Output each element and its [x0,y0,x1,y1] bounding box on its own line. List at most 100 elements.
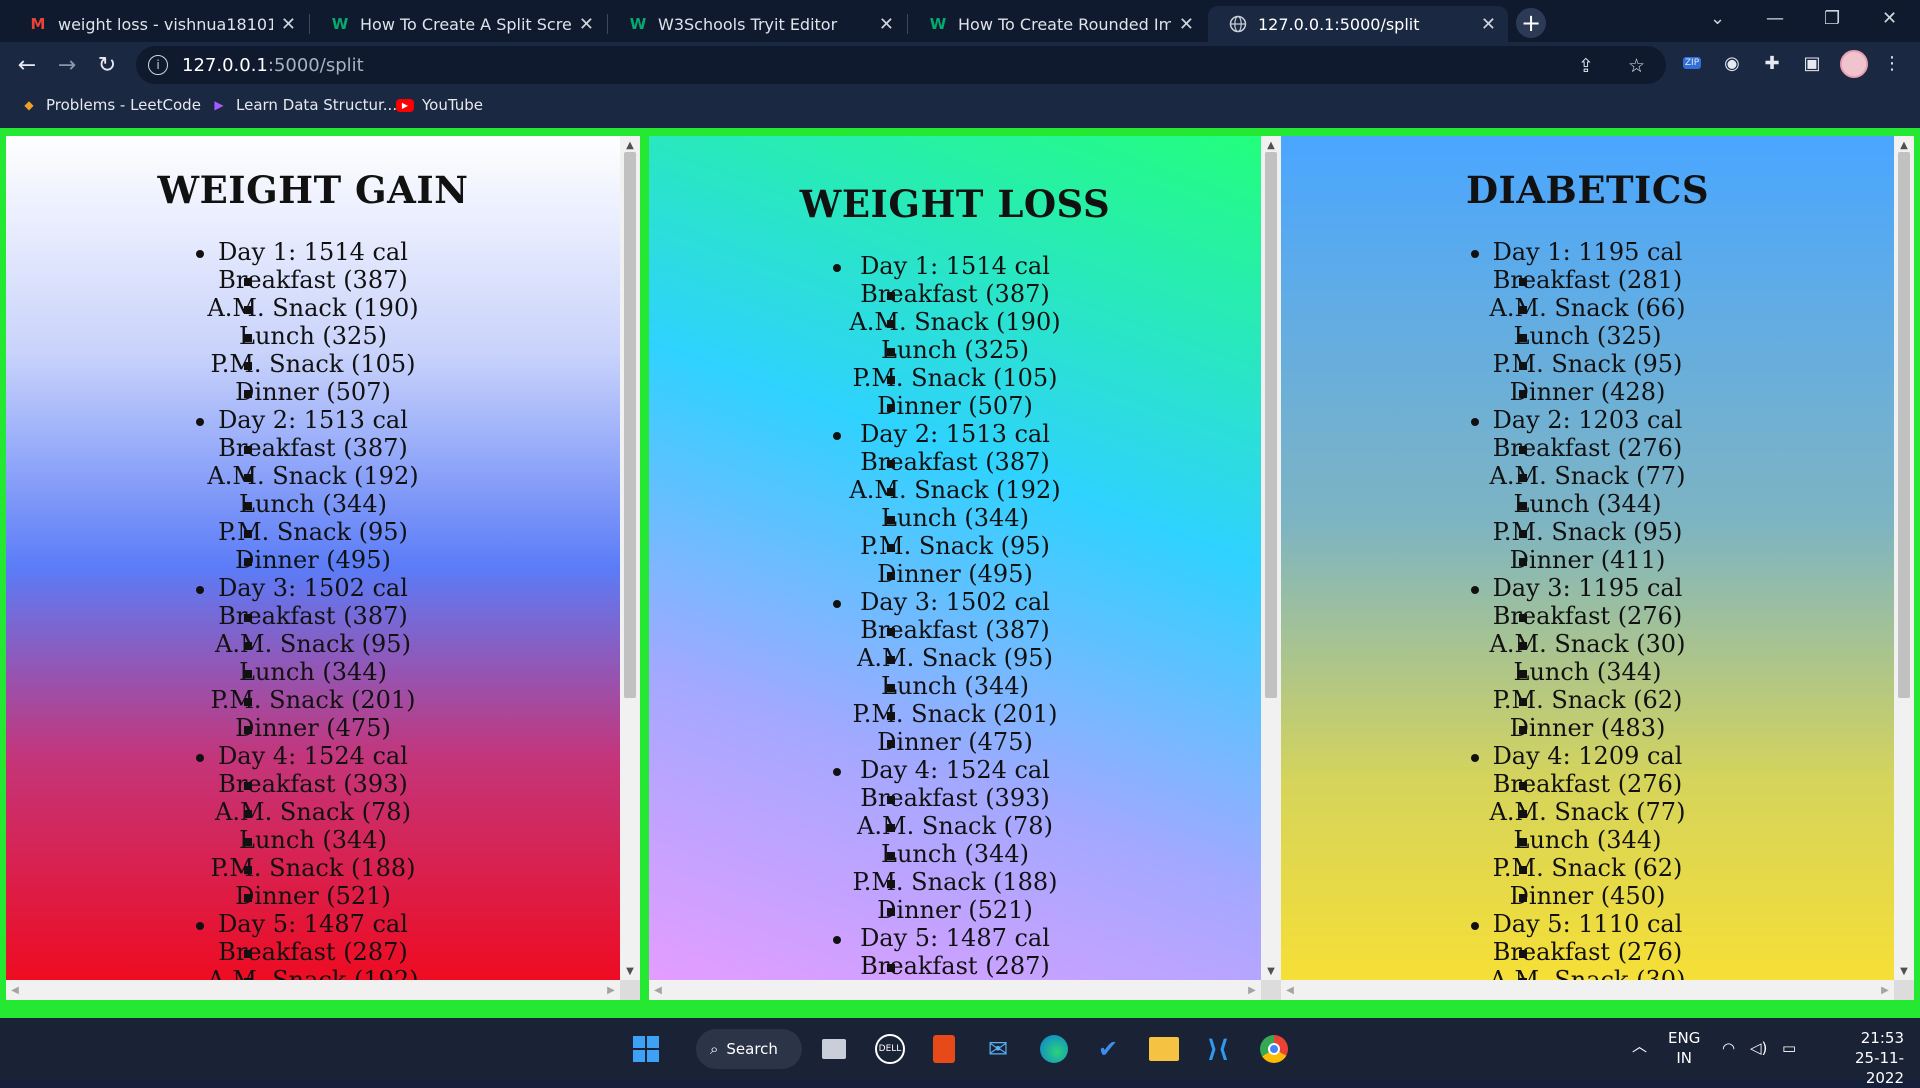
scroll-left-arrow-icon[interactable]: ◀ [6,980,24,1000]
meal-item: Dinner (450) [1281,882,1894,910]
dell-icon[interactable]: DELL [872,1031,908,1067]
taskbar-search[interactable]: ⌕ Search [696,1029,802,1069]
tab-search-icon[interactable]: ⌄ [1710,8,1725,29]
profile-avatar[interactable] [1840,50,1868,78]
meal-label: Lunch (344) [881,840,1029,868]
task-view-icon[interactable] [816,1031,852,1067]
mail-icon[interactable]: ✉ [980,1031,1016,1067]
site-info-icon[interactable]: i [148,55,168,75]
battery-icon[interactable]: ▭ [1782,1038,1796,1058]
meal-label: P.M. Snack (188) [210,854,416,882]
pane-weight-gain[interactable]: WEIGHT GAIN Day 1: 1514 cal Breakfast (38… [6,136,640,1000]
horizontal-scrollbar[interactable]: ◀ ▶ [6,980,620,1000]
meal-label: Dinner (483) [1509,714,1666,742]
vertical-scrollbar[interactable]: ▲ ▼ [1894,136,1914,980]
wifi-icon[interactable]: ◠ [1722,1038,1735,1058]
scroll-right-arrow-icon[interactable]: ▶ [1876,980,1894,1000]
share-icon[interactable]: ⇪ [1578,55,1594,77]
office-icon[interactable] [926,1031,962,1067]
tab-rounded-images[interactable]: W How To Create Rounded Images ✕ [908,6,1206,42]
meal-label: Dinner (495) [877,560,1033,588]
meal-label: Lunch (344) [1513,658,1662,686]
tab-split-active[interactable]: 127.0.0.1:5000/split ✕ [1208,6,1508,42]
meal-item: Breakfast (387) [6,266,620,294]
bullet-square [887,796,895,804]
day-item: Day 3: 1195 cal [1281,574,1894,602]
meal-item: Breakfast (287) [6,938,620,966]
close-icon[interactable]: ✕ [281,14,296,35]
back-icon[interactable]: ← [12,50,42,80]
clock[interactable]: 21:53 25-11-2022 [1820,1028,1904,1088]
meal-label: A.M. Snack (192) [207,966,419,980]
language-indicator[interactable]: ENG IN [1668,1028,1700,1068]
close-icon[interactable]: ✕ [579,14,594,35]
day-item: Day 1: 1514 cal [649,252,1261,280]
todo-icon[interactable]: ✔ [1090,1031,1126,1067]
menu-kebab-icon[interactable]: ⋮ [1880,51,1904,75]
meal-item: Dinner (507) [649,392,1261,420]
meal-label: Lunch (325) [239,322,387,350]
file-explorer-icon[interactable] [1146,1031,1182,1067]
vertical-scrollbar[interactable]: ▲ ▼ [1261,136,1281,980]
bullet-square [887,404,895,412]
side-panel-icon[interactable]: ▣ [1800,51,1824,75]
close-window-icon[interactable]: ✕ [1882,8,1897,29]
address-bar[interactable]: i 127.0.0.1:5000/split ⇪ ☆ [136,46,1666,84]
bookmark-star-icon[interactable]: ☆ [1628,55,1645,77]
pane-diabetics[interactable]: DIABETICS Day 1: 1195 cal Breakfast (281)… [1281,136,1914,1000]
bookmark-leetcode[interactable]: ◆ Problems - LeetCode [20,96,201,114]
bullet-square [887,544,895,552]
close-icon[interactable]: ✕ [879,14,894,35]
bookmark-youtube[interactable]: ▶ YouTube [396,96,483,114]
volume-icon[interactable]: ◁) [1750,1038,1767,1058]
tray-chevron-icon[interactable]: ︿ [1632,1036,1647,1056]
scroll-down-arrow-icon[interactable]: ▼ [620,962,640,980]
tab-tryit-editor[interactable]: W W3Schools Tryit Editor ✕ [608,6,906,42]
restore-icon[interactable]: ❐ [1824,8,1840,29]
meal-item: A.M. Snack (78) [649,812,1261,840]
new-tab-button[interactable]: + [1516,8,1546,38]
day-label: Day 5: 1110 cal [1492,910,1683,938]
pane-weight-loss[interactable]: WEIGHT LOSS Day 1: 1514 cal Breakfast (38… [649,136,1281,1000]
vscode-icon[interactable]: ⟩⟨ [1200,1031,1236,1067]
scroll-left-arrow-icon[interactable]: ◀ [649,980,667,1000]
scrollbar-thumb[interactable] [1898,152,1910,698]
minimize-icon[interactable]: — [1766,8,1784,29]
scroll-right-arrow-icon[interactable]: ▶ [1243,980,1261,1000]
scroll-right-arrow-icon[interactable]: ▶ [602,980,620,1000]
zip-extension-icon[interactable]: ZIP [1680,51,1704,75]
tab-split-screen[interactable]: W How To Create A Split Screen ✕ [310,6,606,42]
chrome-icon[interactable] [1256,1031,1292,1067]
tab-title: How To Create A Split Screen [360,14,571,34]
close-icon[interactable]: ✕ [1179,14,1194,35]
vertical-scrollbar[interactable]: ▲ ▼ [620,136,640,980]
bullet-dot [196,418,204,426]
tab-gmail[interactable]: M weight loss - vishnua18101@gm ✕ [8,6,308,42]
bullet-square [887,320,895,328]
scroll-down-arrow-icon[interactable]: ▼ [1894,962,1914,980]
horizontal-scrollbar[interactable]: ◀ ▶ [1281,980,1894,1000]
scrollbar-thumb[interactable] [1265,152,1277,698]
reload-icon[interactable]: ↻ [92,50,122,80]
bullet-square [1519,390,1527,398]
day-item: Day 1: 1195 cal [1281,238,1894,266]
meal-item: P.M. Snack (95) [649,532,1261,560]
scrollbar-thumb[interactable] [624,152,636,698]
bullet-square [887,348,895,356]
bullet-square [1519,726,1527,734]
day-label: Day 1: 1195 cal [1492,238,1683,266]
day-item: Day 5: 1110 cal [1281,910,1894,938]
puzzle-icon[interactable]: ✚ [1760,51,1784,75]
scroll-down-arrow-icon[interactable]: ▼ [1261,962,1281,980]
bookmark-learn-ds[interactable]: ▶ Learn Data Structur... [210,96,397,114]
close-icon[interactable]: ✕ [1481,14,1496,35]
extension-icon[interactable]: ◉ [1720,51,1744,75]
horizontal-scrollbar[interactable]: ◀ ▶ [649,980,1261,1000]
pane-title: WEIGHT GAIN [157,168,469,212]
bullet-square [1519,362,1527,370]
scroll-left-arrow-icon[interactable]: ◀ [1281,980,1299,1000]
meal-label: Dinner (507) [877,392,1033,420]
windows-start-icon[interactable] [628,1031,664,1067]
forward-icon[interactable]: → [52,50,82,80]
edge-icon[interactable] [1036,1031,1072,1067]
